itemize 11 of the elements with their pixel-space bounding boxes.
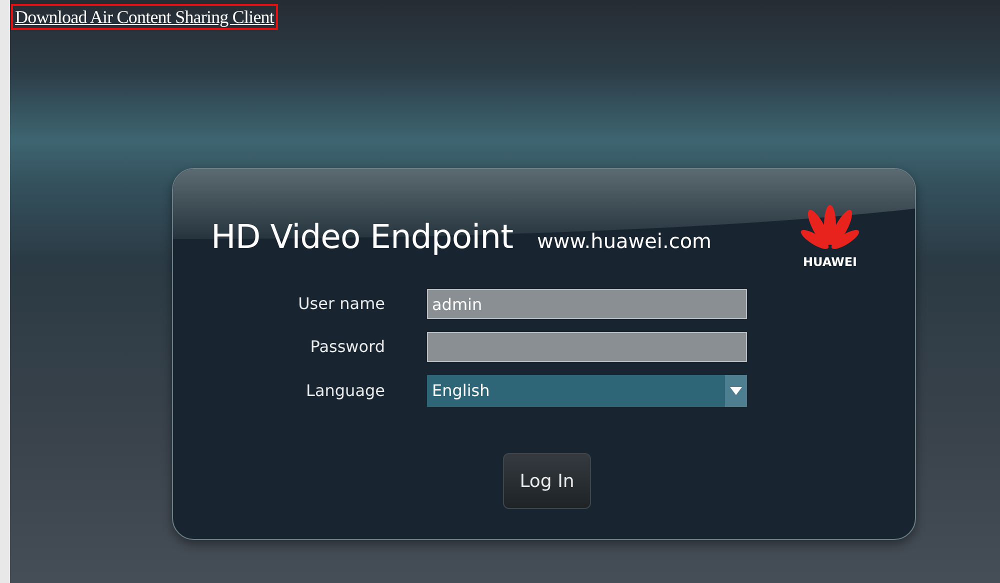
- password-field[interactable]: [427, 332, 747, 362]
- field-label: Language: [305, 381, 385, 401]
- logo-text: HUAWEI: [802, 255, 858, 269]
- login-button[interactable]: Log In: [503, 453, 591, 509]
- download-link[interactable]: Download Air Content Sharing Client: [11, 4, 278, 30]
- website-text: www.huawei.com: [537, 228, 712, 254]
- chevron-down-icon: [730, 387, 742, 395]
- field-label: Password: [309, 337, 385, 357]
- language-dropdown[interactable]: English: [427, 375, 747, 407]
- product-title: HD Video Endpoint: [211, 217, 514, 257]
- field-label: User name: [297, 294, 385, 314]
